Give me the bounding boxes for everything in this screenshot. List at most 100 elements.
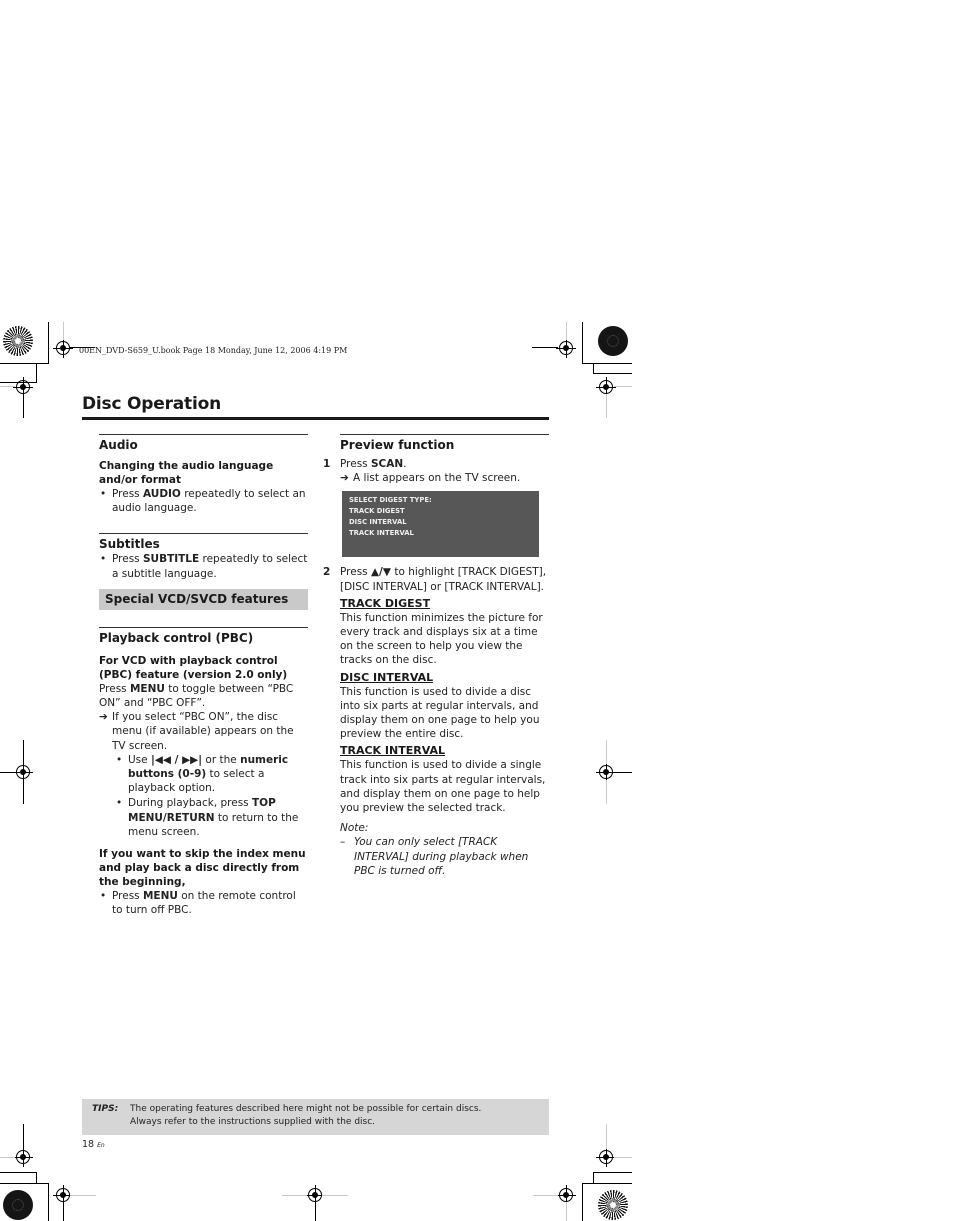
- pbc-sub-bullets: Use |◀◀ / ▶▶| or the numeric buttons (0-…: [99, 753, 308, 839]
- registration-line: [606, 740, 607, 764]
- key-scan: SCAN: [370, 458, 404, 470]
- text: If you select “PBC ON”, the disc menu (i…: [112, 711, 294, 752]
- note-label: Note:: [340, 822, 369, 835]
- crop-mark: [0, 363, 49, 364]
- registration-line: [0, 772, 15, 773]
- key-audio: AUDIO: [142, 488, 181, 500]
- option-text: This function is used to divide a disc i…: [340, 685, 540, 741]
- option-track-digest: TRACK DIGEST This function minimizes the…: [323, 596, 549, 668]
- osd-option: TRACK INTERVAL: [349, 528, 414, 537]
- tips-box: TIPS: The operating features described h…: [82, 1099, 549, 1135]
- subtitles-heading: Subtitles: [99, 533, 308, 552]
- text: or the: [202, 753, 241, 766]
- registration-line: [23, 780, 24, 804]
- option-heading: DISC INTERVAL: [340, 670, 434, 684]
- text: Use: [128, 753, 151, 766]
- pbc-intro: Press MENU to toggle between “PBC ON” an…: [99, 682, 308, 710]
- option-track-interval: TRACK INTERVAL This function is used to …: [323, 743, 549, 815]
- option-text: This function is used to divide a single…: [340, 759, 546, 815]
- crop-mark: [0, 1172, 37, 1173]
- step-1: 1 Press SCAN. ➔ A list appears on the TV…: [323, 457, 549, 485]
- registration-line: [0, 386, 15, 387]
- page-number: 18 En: [82, 1139, 105, 1150]
- text: Press: [112, 553, 143, 566]
- registration-line: [606, 394, 607, 418]
- text: Press: [112, 890, 143, 903]
- special-vcd-svcd-band: Special VCD/SVCD features: [99, 588, 308, 610]
- title-rule: [82, 417, 549, 420]
- registration-line: [23, 740, 24, 764]
- subtitles-bullet: Press SUBTITLE repeatedly to select a su…: [99, 552, 308, 580]
- crop-mark: [48, 322, 49, 364]
- book-file-info: 00EN_DVD-S659_U.book Page 18 Monday, Jun…: [79, 346, 348, 355]
- option-text: This function minimizes the picture for …: [340, 611, 543, 667]
- registration-line: [322, 1195, 348, 1196]
- crop-mark: [582, 1183, 583, 1221]
- skip-index-heading: If you want to skip the index menu and p…: [99, 848, 306, 889]
- registration-line: [533, 1195, 558, 1196]
- crop-mark: [593, 373, 632, 374]
- note: Note: – You can only select [TRACK INTER…: [323, 821, 549, 878]
- text: Press: [99, 682, 130, 695]
- crop-mark: [36, 363, 37, 383]
- option-heading: TRACK DIGEST: [340, 596, 431, 610]
- registration-mark-icon: [556, 338, 576, 358]
- key-menu: MENU: [129, 682, 165, 695]
- registration-mark-icon: [53, 1185, 73, 1205]
- audio-subheading: Changing the audio language and/or forma…: [99, 460, 274, 486]
- registration-line: [566, 322, 567, 340]
- note-item: – You can only select [TRACK INTERVAL] d…: [340, 835, 549, 878]
- registration-mark-icon: [556, 1185, 576, 1205]
- text: Press: [112, 488, 143, 500]
- registration-mark-icon: [596, 762, 616, 782]
- text: During playback, press: [128, 797, 252, 810]
- osd-option: DISC INTERVAL: [349, 518, 407, 526]
- registration-mark-icon: [53, 338, 73, 358]
- registration-line: [63, 1202, 64, 1221]
- dash: –: [340, 836, 346, 849]
- registration-line: [23, 1124, 24, 1149]
- pbc-sub-bullet: During playback, press TOP MENU/RETURN t…: [115, 796, 308, 839]
- registration-line: [63, 322, 64, 340]
- black-registration-disc-icon: [3, 1190, 33, 1220]
- registration-mark-icon: [13, 1147, 33, 1167]
- left-column: Audio Changing the audio language and/or…: [99, 434, 308, 917]
- text: Press: [340, 566, 371, 579]
- step-number: 2: [323, 566, 331, 579]
- tips-text: The operating features described here mi…: [130, 1103, 481, 1129]
- step-1-result: ➔ A list appears on the TV screen.: [340, 471, 549, 485]
- black-registration-disc-icon: [598, 326, 628, 356]
- audio-bullet: Press AUDIO repeatedly to select an audi…: [99, 487, 308, 515]
- crop-mark: [36, 1172, 37, 1183]
- registration-line: [315, 1202, 316, 1221]
- crop-mark: [582, 363, 632, 364]
- registration-line: [614, 386, 632, 387]
- registration-line: [566, 1202, 567, 1221]
- registration-line: [606, 780, 607, 804]
- registration-mark-icon: [305, 1185, 325, 1205]
- language-code: En: [97, 1142, 105, 1149]
- arrow-right-icon: ➔: [340, 472, 349, 485]
- skip-bullet: Press MENU on the remote control to turn…: [99, 889, 308, 917]
- registration-mark-icon: [596, 377, 616, 397]
- option-heading: TRACK INTERVAL: [340, 744, 445, 758]
- preview-heading: Preview function: [340, 434, 549, 453]
- registration-line: [282, 1195, 307, 1196]
- crop-mark: [582, 1183, 632, 1184]
- registration-line: [614, 772, 632, 773]
- crop-mark: [593, 1172, 594, 1183]
- step-2: 2 Press ▲/▼ to highlight [TRACK DIGEST],…: [323, 565, 549, 593]
- step-number: 1: [323, 458, 331, 470]
- page-number-value: 18: [82, 1139, 95, 1150]
- crop-mark: [593, 363, 594, 374]
- color-registration-starburst-icon: [598, 1190, 628, 1220]
- text: A list appears on the TV screen.: [353, 472, 521, 485]
- key-menu: MENU: [142, 890, 178, 903]
- key-subtitle: SUBTITLE: [142, 553, 200, 566]
- crop-mark: [593, 1172, 632, 1173]
- right-column: Preview function 1 Press SCAN. ➔ A list …: [323, 434, 549, 878]
- arrow-right-icon: ➔: [99, 711, 108, 724]
- registration-line: [0, 1157, 15, 1158]
- osd-title: SELECT DIGEST TYPE:: [349, 496, 432, 505]
- registration-line: [614, 1157, 632, 1158]
